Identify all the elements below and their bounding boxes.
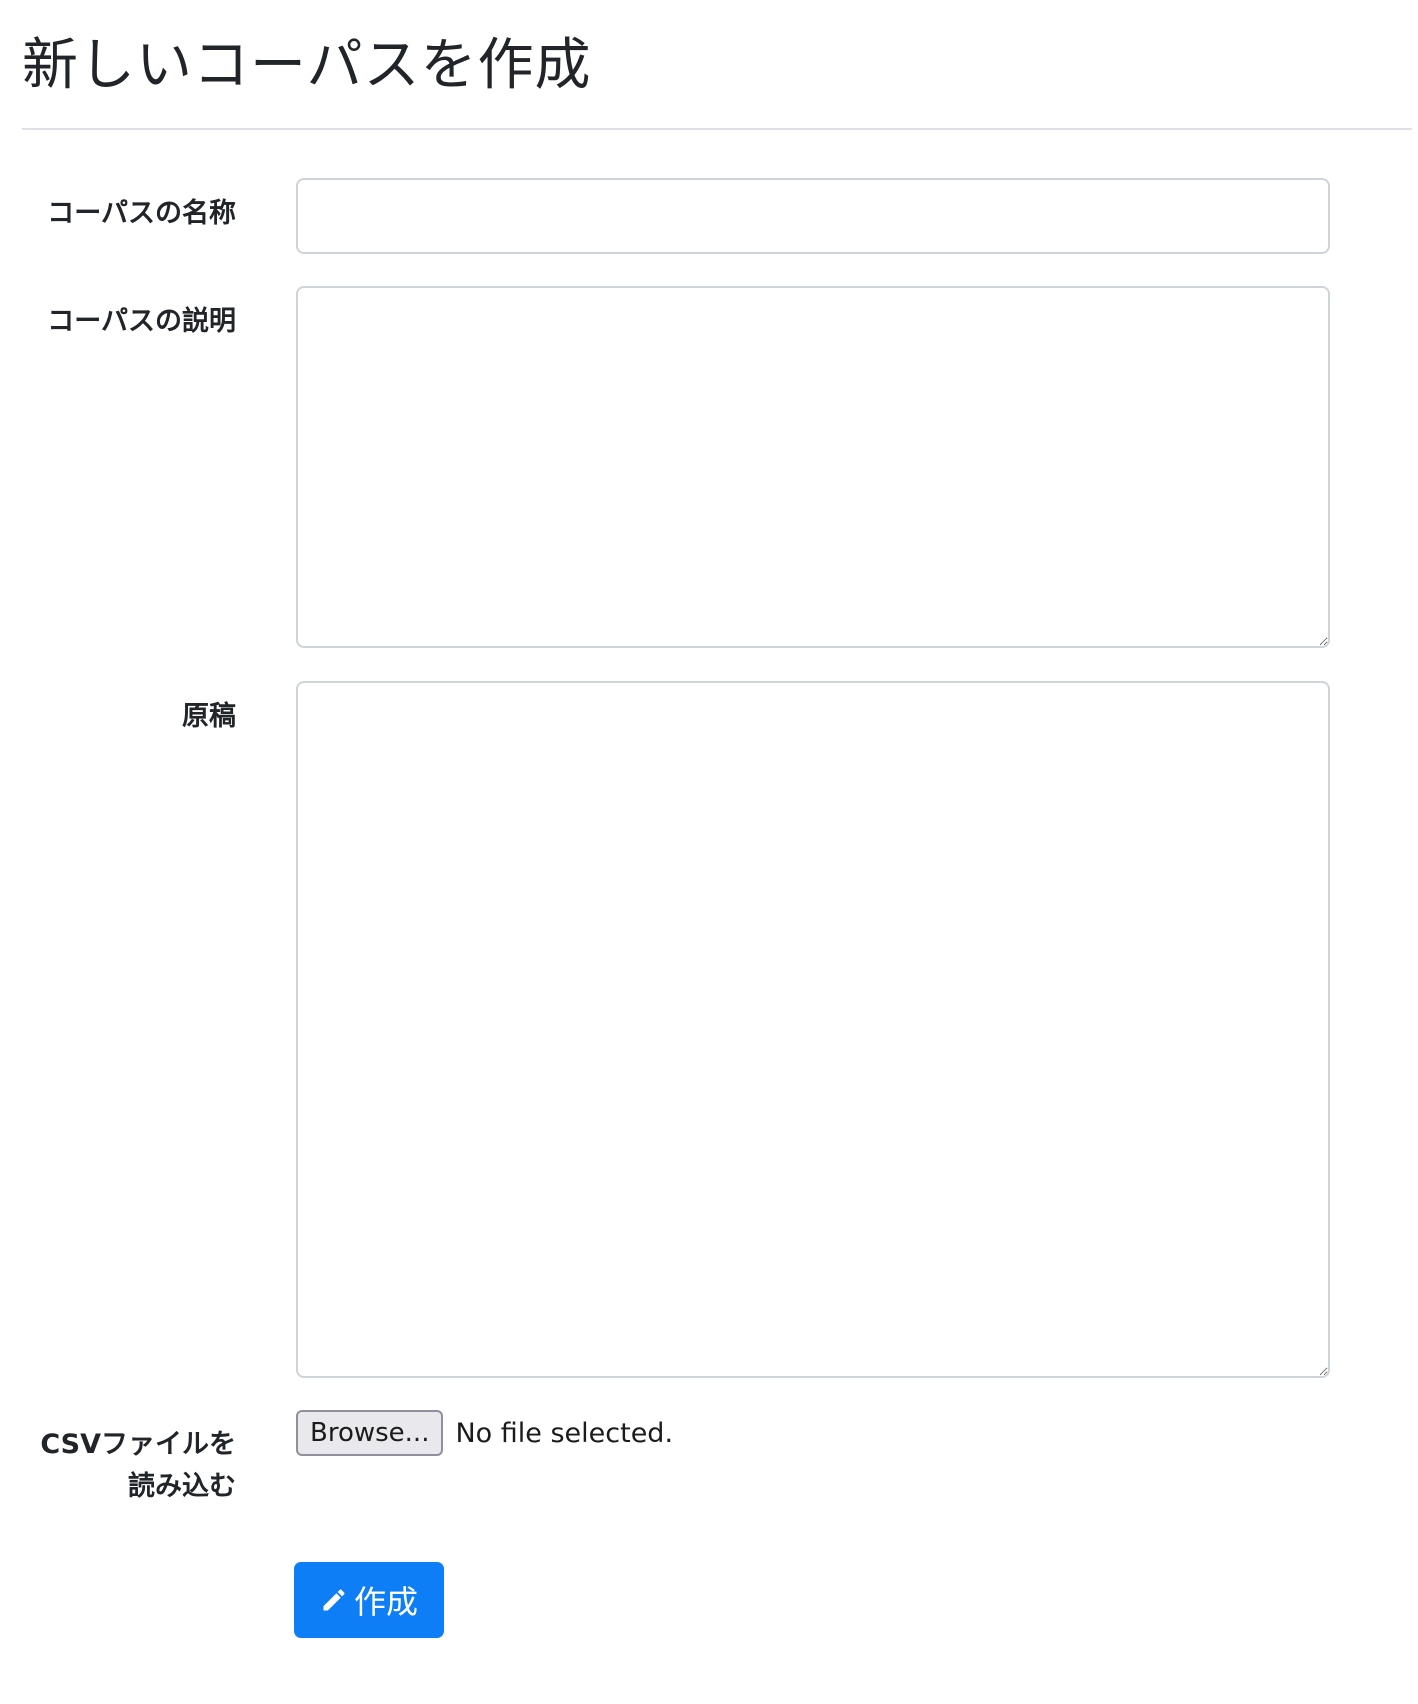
- csv-import-label-line1: CSVファイルを: [40, 1429, 236, 1460]
- file-status-text: No file selected.: [455, 1417, 674, 1449]
- create-button-label: 作成: [353, 1583, 418, 1621]
- csv-import-label: CSVファイルを 読み込む: [40, 1424, 236, 1508]
- browse-button[interactable]: Browse...: [296, 1410, 444, 1456]
- create-button[interactable]: 作成: [294, 1562, 444, 1638]
- corpus-description-textarea[interactable]: [296, 286, 1330, 648]
- corpus-name-input[interactable]: [296, 178, 1330, 254]
- corpus-name-label: コーパスの名称: [47, 198, 236, 229]
- manuscript-textarea[interactable]: [296, 681, 1330, 1378]
- csv-file-input[interactable]: Browse... No file selected.: [296, 1410, 673, 1456]
- corpus-description-label: コーパスの説明: [47, 306, 236, 337]
- title-divider: [22, 128, 1412, 130]
- page-title: 新しいコーパスを作成: [22, 33, 592, 98]
- manuscript-label: 原稿: [182, 701, 236, 732]
- csv-import-label-line2: 読み込む: [128, 1471, 236, 1502]
- pencil-icon: [323, 1589, 345, 1611]
